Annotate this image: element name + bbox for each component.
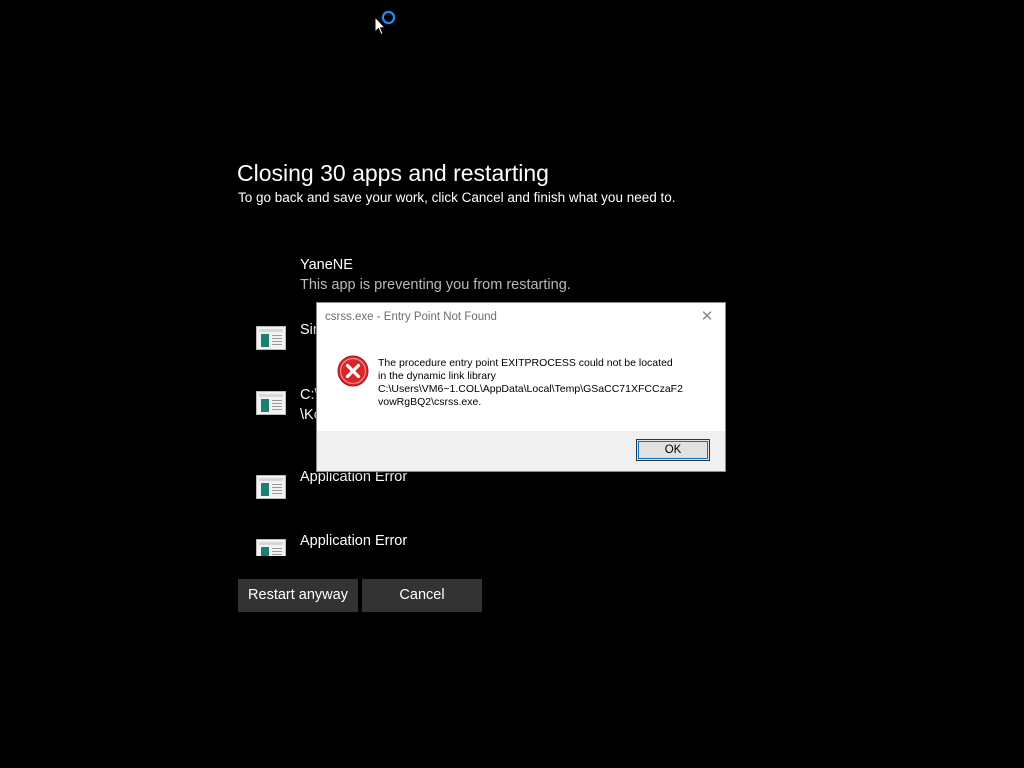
close-icon[interactable]: ✕ (695, 306, 719, 328)
busy-spinner-icon (382, 11, 395, 24)
dialog-titlebar[interactable]: csrss.exe - Entry Point Not Found ✕ (317, 303, 725, 332)
dialog-title: csrss.exe - Entry Point Not Found (325, 311, 497, 323)
app-name: YaneNE (300, 257, 353, 273)
dialog-message: The procedure entry point EXITPROCESS co… (378, 357, 708, 409)
app-window-icon (256, 539, 286, 556)
app-window-icon (256, 326, 286, 350)
dialog-body: The procedure entry point EXITPROCESS co… (317, 332, 725, 431)
dialog-message-line: C:\Users\VM6~1.COL\AppData\Local\Temp\GS… (378, 383, 683, 395)
ok-button[interactable]: OK (636, 439, 710, 461)
dialog-footer: OK (317, 431, 725, 471)
page-title: Closing 30 apps and restarting (237, 160, 549, 186)
app-description: This app is preventing you from restarti… (300, 277, 571, 293)
error-icon (337, 355, 369, 387)
restart-anyway-button[interactable]: Restart anyway (238, 579, 358, 612)
restart-screen: Closing 30 apps and restarting To go bac… (0, 0, 1024, 768)
app-window-icon (256, 475, 286, 499)
dialog-message-line: The procedure entry point EXITPROCESS co… (378, 357, 673, 369)
cancel-button[interactable]: Cancel (362, 579, 482, 612)
dialog-message-line: vowRgBQ2\csrss.exe. (378, 396, 482, 408)
error-dialog: csrss.exe - Entry Point Not Found ✕ The … (316, 302, 726, 472)
app-window-icon (256, 391, 286, 415)
app-name: Application Error (300, 533, 408, 549)
page-subtitle: To go back and save your work, click Can… (238, 190, 676, 205)
dialog-message-line: in the dynamic link library (378, 370, 496, 382)
